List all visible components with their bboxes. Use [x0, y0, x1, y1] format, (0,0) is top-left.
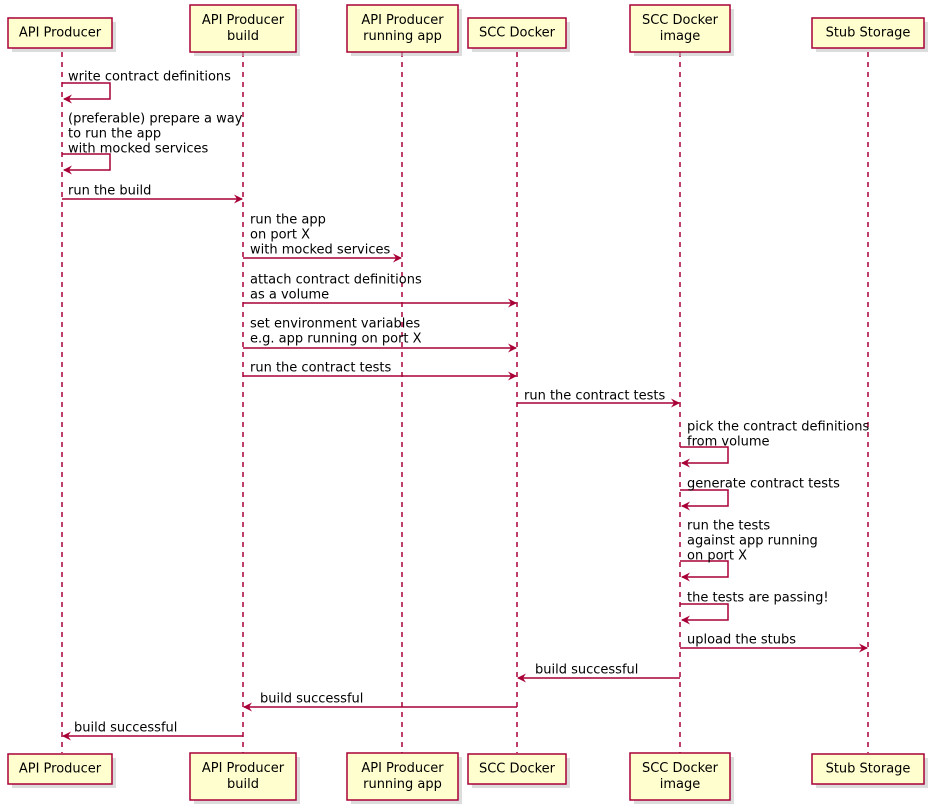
message-label: (preferable) prepare a way — [68, 112, 243, 127]
message-m7[interactable]: run the contract tests — [243, 361, 517, 381]
message-m15[interactable]: build successful — [243, 692, 517, 712]
message-label: build successful — [535, 663, 638, 678]
message-label: to run the app — [68, 127, 161, 142]
participant-bottom-stub-storage[interactable]: Stub Storage — [811, 753, 928, 788]
participant-label: build — [227, 777, 259, 792]
participant-label: SCC Docker — [479, 26, 556, 41]
message-label: with mocked services — [250, 243, 390, 258]
participant-label: SCC Docker — [479, 762, 556, 777]
message-label: upload the stubs — [687, 633, 796, 648]
sequence-diagram-canvas: write contract definitions (preferable) p… — [7, 4, 928, 804]
message-m6[interactable]: set environment variablese.g. app runnin… — [243, 317, 517, 353]
message-label: pick the contract definitions — [687, 420, 869, 435]
participant-label: API Producer — [202, 13, 285, 28]
message-m13[interactable]: upload the stubs — [680, 633, 868, 653]
message-label: run the build — [68, 184, 151, 199]
message-m3[interactable]: run the build — [62, 184, 243, 204]
message-label: run the app — [250, 213, 326, 228]
message-m4[interactable]: run the appon port Xwith mocked services — [243, 213, 402, 263]
participant-bottom-api-producer-build[interactable]: API Producerbuild — [189, 752, 300, 804]
message-label: on port X — [250, 228, 310, 243]
participant-top-api-producer[interactable]: API Producer — [7, 17, 116, 52]
participant-bottom-scc-docker[interactable]: SCC Docker — [467, 753, 570, 788]
message-label: run the contract tests — [250, 361, 392, 376]
message-label: against app running — [687, 534, 818, 549]
participant-label: Stub Storage — [826, 26, 911, 41]
message-label: from volume — [687, 435, 770, 450]
message-label: run the contract tests — [524, 389, 666, 404]
message-label: with mocked services — [68, 142, 208, 157]
participant-label: API Producer — [19, 762, 102, 777]
message-m14[interactable]: build successful — [517, 663, 680, 683]
message-m1[interactable]: write contract definitions — [62, 70, 231, 104]
participant-label: image — [660, 29, 701, 44]
message-m16[interactable]: build successful — [62, 721, 243, 741]
message-label: build successful — [74, 721, 177, 736]
message-label: e.g. app running on port X — [250, 332, 422, 347]
participant-bottom-scc-docker-image[interactable]: SCC Dockerimage — [629, 752, 734, 804]
message-label: write contract definitions — [68, 70, 231, 85]
message-m10[interactable]: generate contract tests — [680, 477, 840, 511]
participant-top-stub-storage[interactable]: Stub Storage — [811, 17, 928, 52]
message-label: as a volume — [250, 288, 329, 303]
participant-top-scc-docker[interactable]: SCC Docker — [467, 17, 570, 52]
message-m12[interactable]: the tests are passing! — [680, 591, 829, 625]
message-m2[interactable]: (preferable) prepare a wayto run the app… — [62, 112, 243, 175]
participant-bottom-api-producer[interactable]: API Producer — [7, 753, 116, 788]
message-m9[interactable]: pick the contract definitionsfrom volume — [680, 420, 869, 468]
messages-layer: write contract definitions (preferable) p… — [62, 70, 869, 741]
message-label: set environment variables — [250, 317, 420, 332]
message-label: the tests are passing! — [687, 591, 829, 606]
sequence-diagram-root: write contract definitions (preferable) p… — [0, 0, 930, 810]
participant-label: build — [227, 29, 259, 44]
participant-label: Stub Storage — [826, 762, 911, 777]
participant-label: API Producer — [202, 761, 285, 776]
message-label: build successful — [260, 692, 363, 707]
participant-label: running app — [363, 29, 442, 44]
message-m8[interactable]: run the contract tests — [517, 389, 680, 408]
message-label: generate contract tests — [687, 477, 840, 492]
participant-label: API Producer — [361, 761, 444, 776]
participant-label: API Producer — [361, 13, 444, 28]
participant-label: image — [660, 777, 701, 792]
participant-top-scc-docker-image[interactable]: SCC Dockerimage — [629, 4, 734, 56]
message-m5[interactable]: attach contract definitionsas a volume — [243, 273, 517, 308]
participant-label: running app — [363, 777, 442, 792]
participant-label: SCC Docker — [642, 761, 719, 776]
participant-label: SCC Docker — [642, 13, 719, 28]
message-label: on port X — [687, 549, 747, 564]
participant-label: API Producer — [19, 26, 102, 41]
participant-bottom-api-producer-app[interactable]: API Producerrunning app — [346, 752, 462, 804]
participant-top-api-producer-build[interactable]: API Producerbuild — [189, 4, 300, 56]
participant-top-api-producer-app[interactable]: API Producerrunning app — [346, 4, 462, 56]
message-label: attach contract definitions — [250, 273, 422, 288]
message-label: run the tests — [687, 519, 770, 534]
message-m11[interactable]: run the testsagainst app runningon port … — [680, 519, 818, 582]
